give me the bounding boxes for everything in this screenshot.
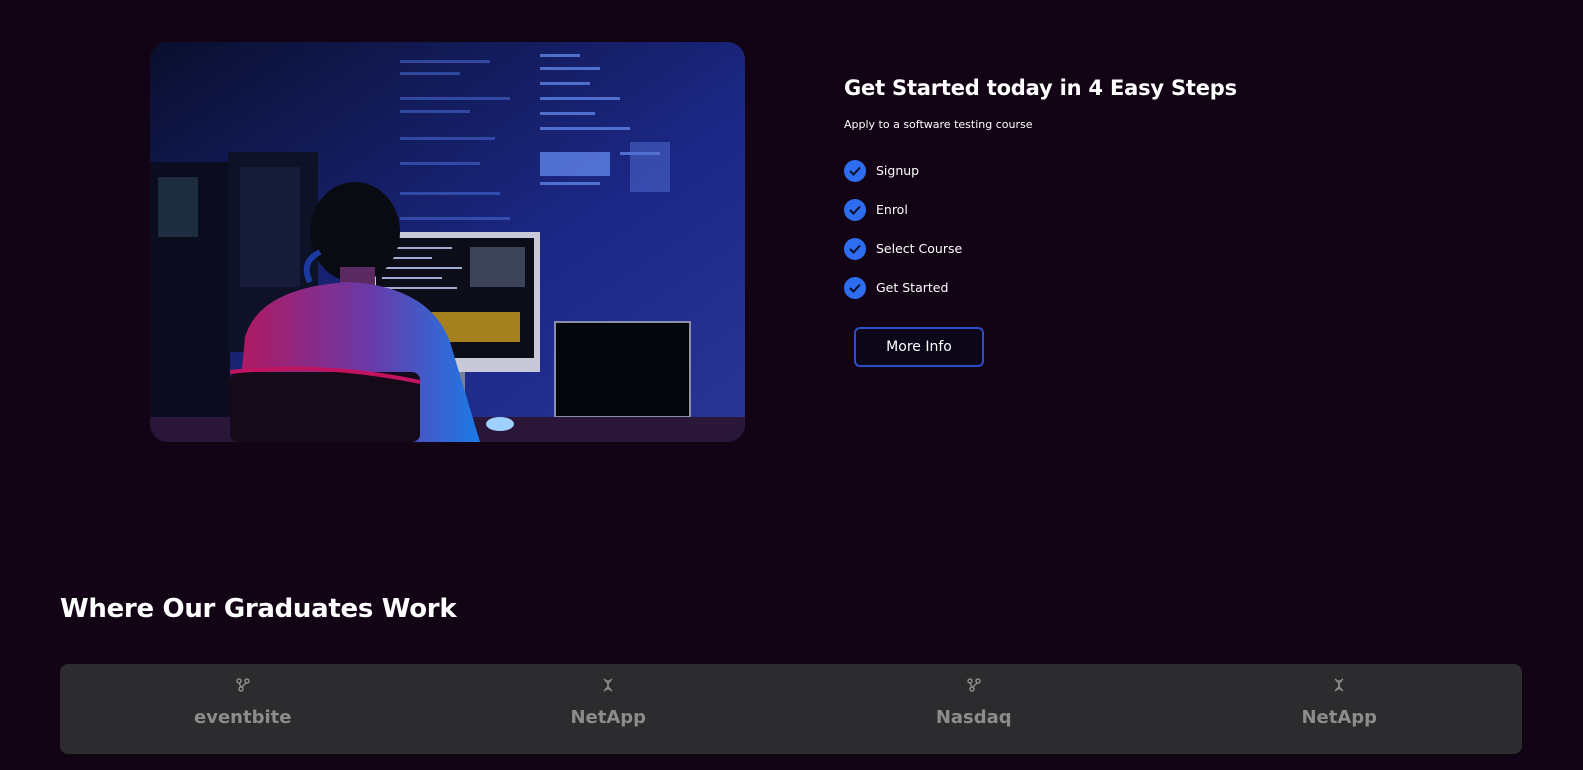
company-name: eventbite bbox=[194, 707, 292, 728]
step-item-enrol: Enrol bbox=[844, 190, 1404, 229]
dna-icon bbox=[1334, 678, 1344, 692]
check-icon bbox=[844, 198, 866, 221]
more-info-button[interactable]: More Info bbox=[854, 327, 984, 367]
developer-illustration bbox=[150, 42, 745, 442]
page: Get Started today in 4 Easy Steps Apply … bbox=[0, 0, 1583, 770]
steps-title: Get Started today in 4 Easy Steps bbox=[844, 76, 1237, 100]
company-name: Nasdaq bbox=[935, 707, 1012, 728]
company-logo-netapp-2: NetApp bbox=[1157, 664, 1523, 754]
branch-icon bbox=[236, 678, 250, 692]
company-name: NetApp bbox=[1301, 707, 1378, 728]
company-logo-netapp: NetApp bbox=[426, 664, 792, 754]
company-logo-eventbite: eventbite bbox=[60, 664, 426, 754]
step-item-signup: Signup bbox=[844, 151, 1404, 190]
step-label: Get Started bbox=[876, 280, 949, 295]
steps-panel: Get Started today in 4 Easy Steps Apply … bbox=[844, 72, 1404, 367]
hero-image bbox=[150, 42, 745, 442]
check-icon bbox=[844, 276, 866, 299]
step-list: Signup Enrol Select Course Get Started bbox=[844, 151, 1404, 307]
company-name: NetApp bbox=[570, 707, 647, 728]
step-label: Enrol bbox=[876, 202, 908, 217]
step-item-select-course: Select Course bbox=[844, 229, 1404, 268]
step-item-get-started: Get Started bbox=[844, 268, 1404, 307]
dna-icon bbox=[603, 678, 613, 692]
company-logo-nasdaq: Nasdaq bbox=[791, 664, 1157, 754]
check-icon bbox=[844, 159, 866, 182]
graduates-title: Where Our Graduates Work bbox=[60, 594, 457, 624]
steps-subtitle: Apply to a software testing course bbox=[844, 118, 1033, 131]
branch-icon bbox=[967, 678, 981, 692]
check-icon bbox=[844, 237, 866, 260]
company-logo-strip: eventbite NetApp Nasdaq NetApp bbox=[60, 664, 1522, 754]
step-label: Select Course bbox=[876, 241, 963, 256]
step-label: Signup bbox=[876, 163, 920, 178]
